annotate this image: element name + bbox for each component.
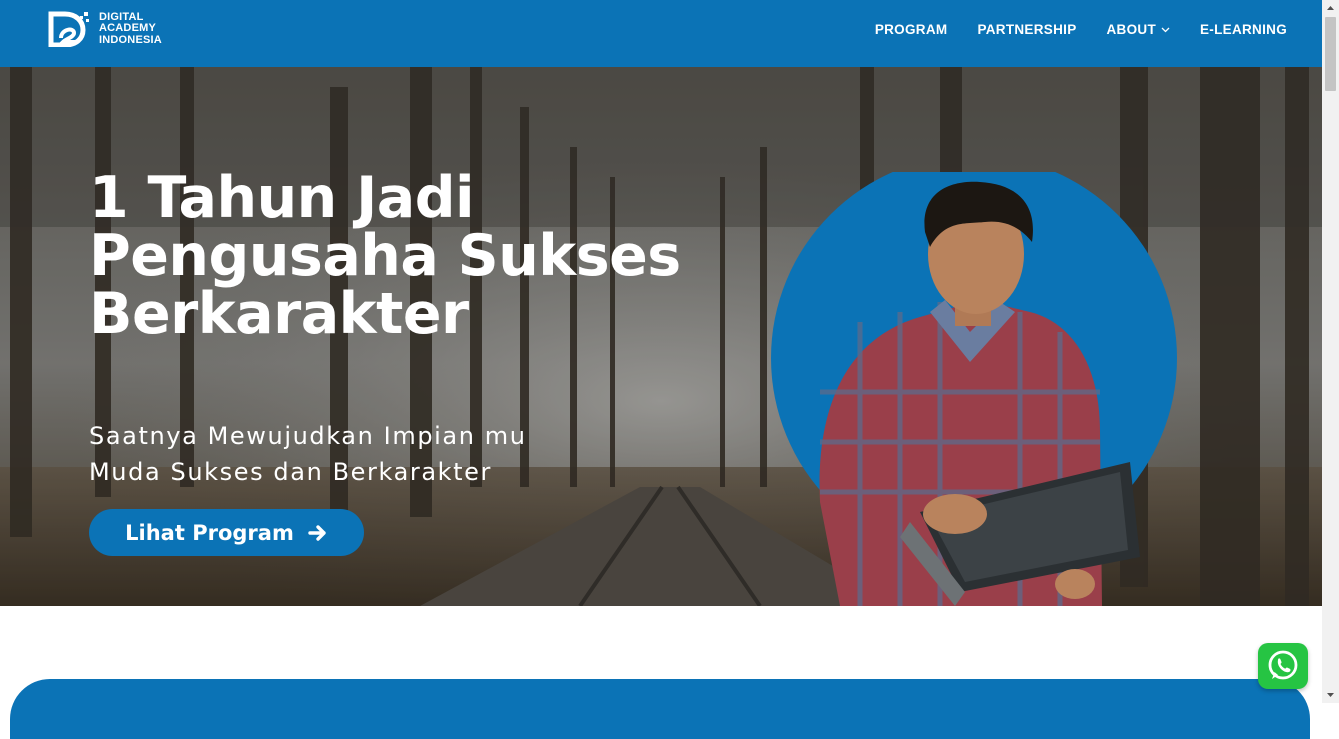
page-scrollbar[interactable] bbox=[1322, 0, 1339, 703]
main-menu: PROGRAM PARTNERSHIP ABOUT E-LEARNING bbox=[845, 0, 1287, 59]
hero-section: 1 Tahun Jadi Pengusaha Sukses Berkarakte… bbox=[0, 67, 1322, 606]
hero-title-line-2: Pengusaha Sukses bbox=[89, 223, 681, 289]
nav-item-program[interactable]: PROGRAM bbox=[875, 22, 948, 37]
hero-title: 1 Tahun Jadi Pengusaha Sukses Berkarakte… bbox=[89, 169, 749, 343]
hero-person-image bbox=[770, 155, 1190, 606]
cta-label: Lihat Program bbox=[125, 520, 294, 545]
nav-item-e-learning[interactable]: E-LEARNING bbox=[1200, 22, 1287, 37]
scroll-up-arrow-icon[interactable] bbox=[1322, 0, 1339, 17]
d2-logo-icon bbox=[48, 11, 89, 47]
person-with-laptop-illustration bbox=[771, 155, 1177, 606]
lihat-program-button[interactable]: Lihat Program bbox=[89, 509, 364, 556]
nav-item-about[interactable]: ABOUT bbox=[1107, 22, 1171, 37]
nav-item-label: PROGRAM bbox=[874, 22, 948, 37]
scrollbar-thumb[interactable] bbox=[1325, 17, 1336, 91]
whatsapp-icon bbox=[1268, 650, 1298, 680]
top-navbar: DIGITAL ACADEMY INDONESIA PROGRAM PARTNE… bbox=[0, 0, 1322, 67]
nav-item-partnership[interactable]: PARTNERSHIP bbox=[977, 22, 1076, 37]
scroll-down-arrow-icon[interactable] bbox=[1322, 686, 1339, 703]
hero-subtitle-line-1: Saatnya Mewujudkan Impian mu bbox=[89, 422, 527, 450]
brand-logo[interactable]: DIGITAL ACADEMY INDONESIA bbox=[48, 11, 162, 47]
nav-item-label: ABOUT bbox=[1106, 22, 1156, 37]
brand-name-line-3: INDONESIA bbox=[99, 33, 162, 46]
nav-item-label: E-LEARNING bbox=[1200, 22, 1287, 37]
hero-subtitle: Saatnya Mewujudkan Impian mu Muda Sukses… bbox=[89, 418, 689, 490]
brand-name: DIGITAL ACADEMY INDONESIA bbox=[99, 11, 162, 47]
hero-title-line-1: 1 Tahun Jadi bbox=[89, 165, 475, 231]
hero-subtitle-line-2: Muda Sukses dan Berkarakter bbox=[89, 458, 493, 486]
whatsapp-chat-button[interactable] bbox=[1258, 643, 1308, 689]
next-section-card bbox=[10, 679, 1310, 739]
hero-title-line-3: Berkarakter bbox=[89, 281, 469, 347]
nav-item-label: PARTNERSHIP bbox=[977, 22, 1077, 37]
arrow-right-icon bbox=[308, 524, 326, 541]
chevron-down-icon bbox=[1161, 27, 1170, 32]
